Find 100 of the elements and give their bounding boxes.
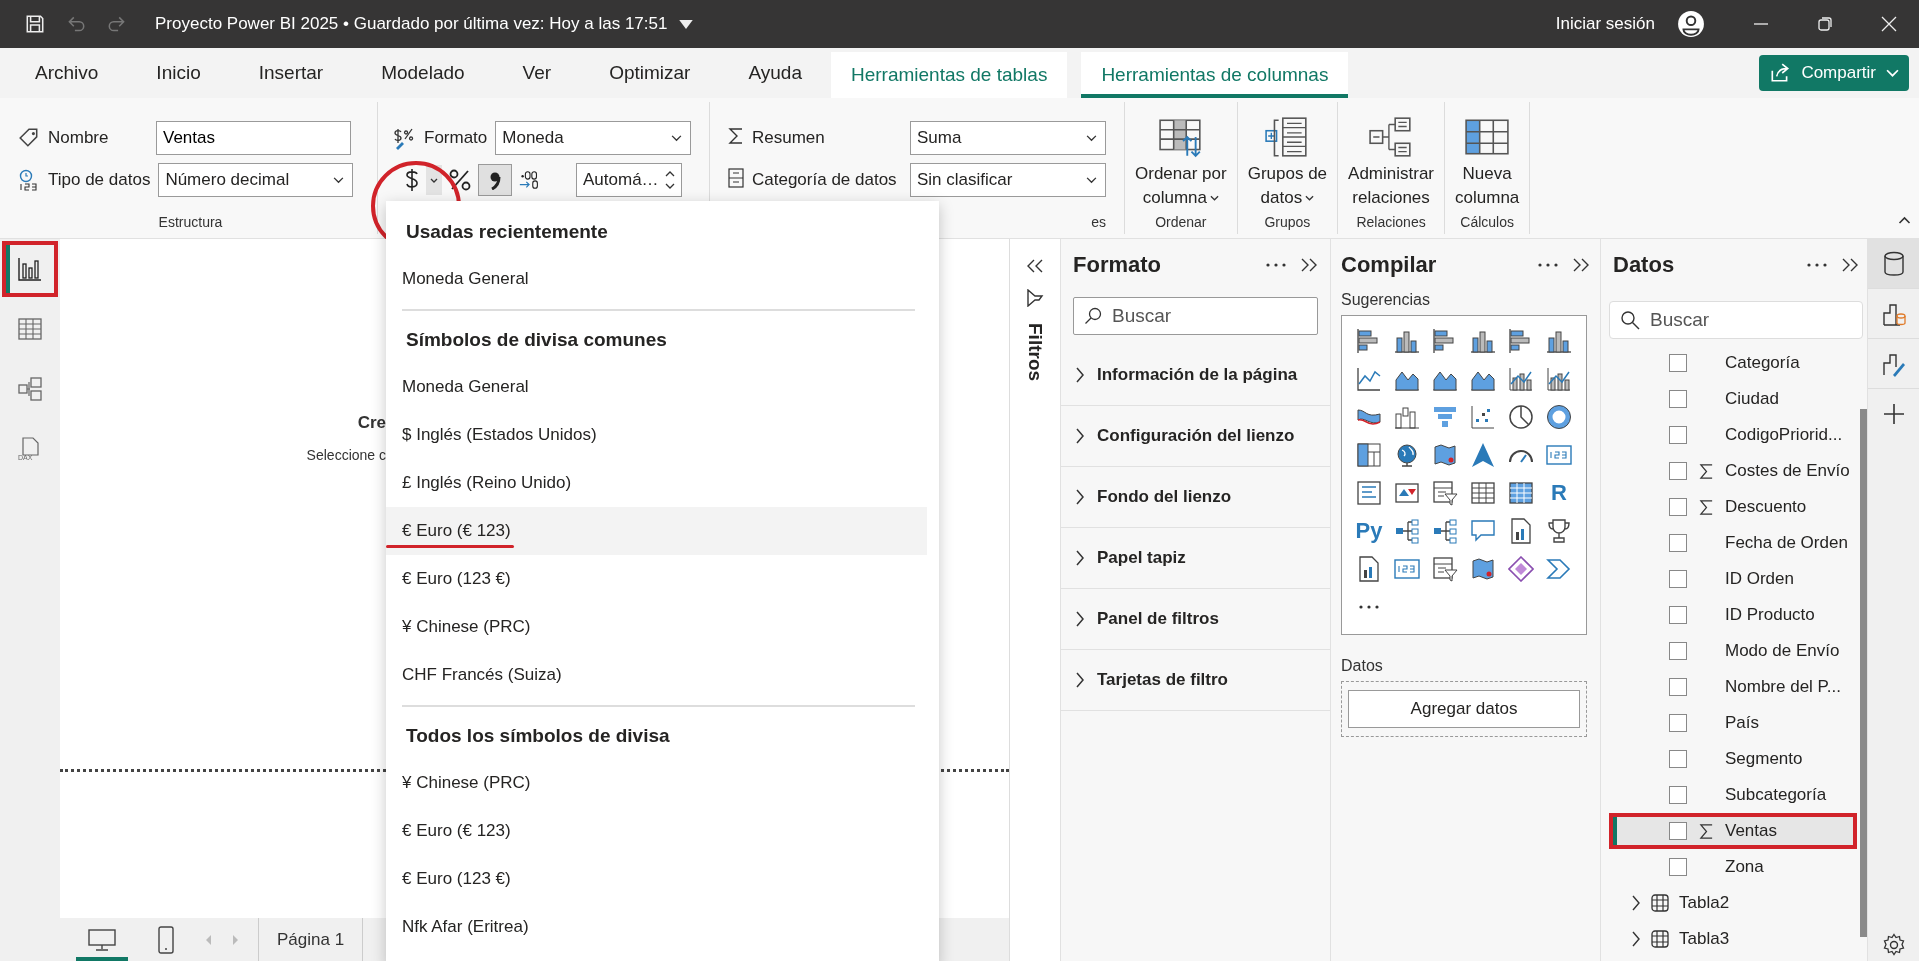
checkbox[interactable] [1669,426,1687,444]
save-icon[interactable] [24,13,46,35]
field-row[interactable]: Modo de Envío [1609,633,1857,669]
expand-icon[interactable] [1631,895,1641,911]
menu-tab[interactable]: Optimizar [580,48,720,98]
chevron-icon[interactable] [1546,556,1572,582]
column-chart-icon[interactable] [1546,328,1572,354]
list-card-icon[interactable] [1356,480,1382,506]
donut-chart-icon[interactable] [1546,404,1572,430]
format-section[interactable]: Papel tapiz [1061,528,1330,589]
checkbox[interactable] [1669,678,1687,696]
collapse-pane-icon[interactable] [1300,258,1318,272]
currency-menu-item[interactable]: € Euro (€ 123) [386,807,927,855]
bar-chart-icon[interactable] [17,256,43,282]
name-field[interactable]: Ventas [156,121,351,155]
table-name[interactable]: Tabla2 [1679,893,1730,913]
trophy-icon[interactable] [1546,518,1572,544]
more-options-icon[interactable] [1807,263,1827,267]
menu-tab[interactable]: Herramientas de tablas [830,52,1068,98]
user-avatar-icon[interactable] [1677,10,1705,38]
percent-icon[interactable] [448,168,472,192]
decimal-places-field[interactable]: Automá… [576,163,682,197]
currency-menu-item[interactable]: Moneda General [386,363,927,411]
column-chart-icon[interactable] [1394,328,1420,354]
globe-icon[interactable] [1394,442,1420,468]
waterfall-chart-icon[interactable] [1394,404,1420,430]
currency-menu-item[interactable]: $ Inglés (Estados Unidos) [386,411,927,459]
menu-tab[interactable]: Insertar [229,48,353,98]
new-column-button[interactable]: Nueva columna [1455,116,1520,214]
model-diagram-icon[interactable] [17,376,43,402]
field-row[interactable]: Nombre del P... [1609,669,1857,705]
checkbox[interactable] [1669,390,1687,408]
data-groups-button[interactable]: Grupos de datos [1247,116,1328,214]
format-section[interactable]: Tarjetas de filtro [1061,650,1330,711]
data-category-dropdown[interactable]: Sin clasificar [910,163,1106,197]
summary-dropdown[interactable]: Suma [910,121,1106,155]
format-dropdown[interactable]: Moneda [495,121,692,155]
field-row[interactable]: Categoría [1609,345,1857,381]
map-icon[interactable] [1470,556,1496,582]
matrix-icon[interactable] [1508,480,1534,506]
page-tab[interactable]: Página 1 [258,918,364,961]
currency-menu-item[interactable]: Nfk Afar (Eritrea) [386,903,927,951]
field-row[interactable]: Descuento [1609,489,1857,525]
speech-bubble-icon[interactable] [1470,518,1496,544]
combo-chart-icon[interactable] [1508,366,1534,392]
add-data-button[interactable]: Agregar datos [1348,690,1580,728]
diamond-icon[interactable] [1508,556,1534,582]
card-icon[interactable] [1546,442,1572,468]
checkbox[interactable] [1669,786,1687,804]
expand-panel-icon[interactable] [1026,259,1044,273]
checkbox[interactable] [1669,750,1687,768]
currency-menu-item[interactable]: € Euro (123 €) [386,855,927,903]
more-options-icon[interactable] [1538,263,1558,267]
checkbox[interactable] [1669,570,1687,588]
sign-in-link[interactable]: Iniciar sesión [1555,14,1655,34]
checkbox[interactable] [1669,354,1687,372]
combo-chart-icon[interactable] [1546,366,1572,392]
field-row[interactable]: Fecha de Orden [1609,525,1857,561]
field-row[interactable]: Segmento [1609,741,1857,777]
kpi-icon[interactable] [1394,480,1420,506]
checkbox[interactable] [1669,822,1687,840]
collapse-pane-icon[interactable] [1841,258,1859,272]
search-field[interactable]: Buscar [1609,301,1863,339]
share-button[interactable]: Compartir [1759,55,1909,91]
checkbox[interactable] [1669,462,1687,480]
currency-menu-item[interactable]: € Euro (€ 123) [386,507,927,555]
treemap-icon[interactable] [1356,442,1382,468]
more-visuals-icon[interactable] [1359,605,1379,609]
card-icon[interactable] [1394,556,1420,582]
add-icon[interactable] [1882,403,1905,425]
menu-tab[interactable]: Archivo [6,48,128,98]
currency-menu-item[interactable]: € Euro (123 €) [386,555,927,603]
menu-tab[interactable]: Inicio [127,48,230,98]
format-section[interactable]: Panel de filtros [1061,589,1330,650]
field-row[interactable]: Subcategoría [1609,777,1857,813]
table-name[interactable]: Tabla3 [1679,929,1730,949]
currency-menu-item[interactable]: £ Inglés (Reino Unido) [386,459,927,507]
manage-relationships-button[interactable]: Administrar relaciones [1348,116,1435,214]
filters-pane-label[interactable]: Filtros [1024,323,1046,382]
script-visual-button[interactable]: R [1551,480,1567,506]
field-row[interactable]: Zona [1609,849,1857,885]
caret-icon[interactable] [679,19,694,29]
scrollbar[interactable] [1860,409,1867,937]
checkbox[interactable] [1669,642,1687,660]
field-row[interactable]: Costes de Envío [1609,453,1857,489]
collapse-ribbon-icon[interactable] [1898,216,1911,224]
menu-tab[interactable]: Herramientas de columnas [1081,52,1349,98]
data-type-dropdown[interactable]: Número decimal [158,163,354,197]
funnel-icon[interactable] [1432,404,1458,430]
menu-tab[interactable]: Ayuda [719,48,831,98]
checkbox[interactable] [1669,606,1687,624]
search-field[interactable]: Buscar [1073,297,1318,335]
table-icon[interactable] [1470,480,1496,506]
close-icon[interactable] [1881,16,1897,32]
document-icon[interactable] [1356,556,1382,582]
expand-icon[interactable] [1631,931,1641,947]
line-chart-icon[interactable] [1356,366,1382,392]
slicer-icon[interactable] [1432,480,1458,506]
arrow-icon[interactable] [1470,442,1496,468]
menu-tab[interactable]: Modelado [352,48,494,98]
